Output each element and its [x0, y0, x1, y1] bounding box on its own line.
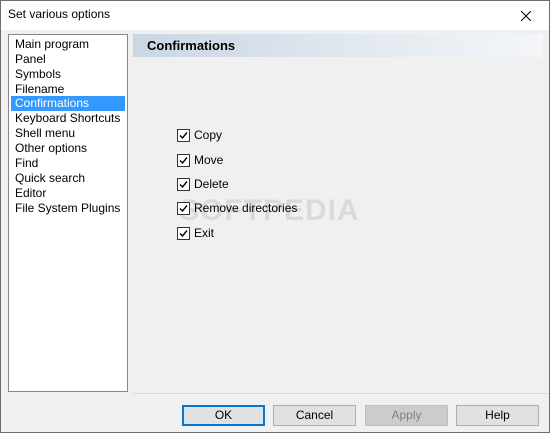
close-button[interactable] — [503, 1, 549, 30]
sidebar-item-quick-search[interactable]: Quick search — [11, 171, 125, 186]
footer-divider — [133, 393, 549, 394]
sidebar-item-find[interactable]: Find — [11, 156, 125, 171]
sidebar-item-filename[interactable]: Filename — [11, 82, 125, 97]
sidebar-item-other-options[interactable]: Other options — [11, 141, 125, 156]
title-bar: Set various options — [1, 1, 549, 30]
checkmark-icon — [179, 229, 188, 237]
confirm-copy-checkbox[interactable] — [177, 128, 190, 142]
confirm-delete-checkbox[interactable] — [177, 177, 190, 191]
confirm-remove-directories-option[interactable]: Remove directories — [177, 200, 297, 216]
confirm-move-option[interactable]: Move — [177, 152, 223, 168]
confirm-exit-option[interactable]: Exit — [177, 225, 214, 241]
panel-title: Confirmations — [147, 38, 236, 53]
sidebar-item-shell-menu[interactable]: Shell menu — [11, 126, 125, 141]
confirm-copy-option[interactable]: Copy — [177, 127, 222, 143]
confirm-remove-directories-label: Remove directories — [194, 201, 298, 215]
confirm-copy-label: Copy — [194, 128, 223, 142]
confirm-move-label: Move — [194, 153, 224, 167]
checkmark-icon — [179, 131, 188, 139]
sidebar-item-confirmations[interactable]: Confirmations — [11, 96, 125, 111]
ok-button[interactable]: OK — [182, 405, 265, 426]
checkmark-icon — [179, 156, 188, 164]
close-icon — [521, 10, 531, 21]
help-button[interactable]: Help — [456, 405, 539, 426]
confirm-exit-checkbox[interactable] — [177, 226, 190, 240]
apply-button[interactable]: Apply — [365, 405, 448, 426]
sidebar-item-file-system-plugins[interactable]: File System Plugins — [11, 201, 125, 216]
sidebar-item-main-program[interactable]: Main program — [11, 37, 125, 52]
confirm-delete-label: Delete — [194, 177, 229, 191]
confirm-remove-directories-checkbox[interactable] — [177, 201, 190, 215]
confirm-delete-option[interactable]: Delete — [177, 176, 229, 192]
sidebar-item-symbols[interactable]: Symbols — [11, 67, 125, 82]
window-title: Set various options — [8, 7, 111, 21]
checkmark-icon — [179, 204, 188, 212]
sidebar-item-editor[interactable]: Editor — [11, 186, 125, 201]
sidebar-item-panel[interactable]: Panel — [11, 52, 125, 67]
options-category-list[interactable]: Main program Panel Symbols Filename Conf… — [8, 34, 128, 392]
panel-header: Confirmations — [133, 34, 543, 57]
options-dialog: Set various options Main program Panel S… — [0, 0, 550, 433]
checkmark-icon — [179, 180, 188, 188]
cancel-button[interactable]: Cancel — [273, 405, 356, 426]
sidebar-item-keyboard-shortcuts[interactable]: Keyboard Shortcuts — [11, 111, 125, 126]
confirm-exit-label: Exit — [194, 226, 215, 240]
confirm-move-checkbox[interactable] — [177, 153, 190, 167]
